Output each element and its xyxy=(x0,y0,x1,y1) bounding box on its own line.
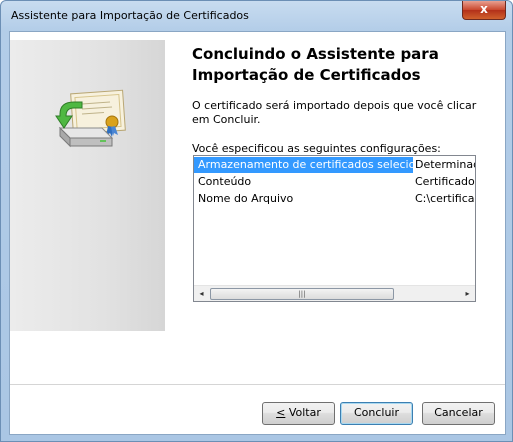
window-title: Assistente para Importação de Certificad… xyxy=(11,9,249,22)
back-button-label: Voltar xyxy=(285,406,321,419)
settings-row-value: C:\certificad xyxy=(415,192,475,205)
grip-icon: ||| xyxy=(298,290,306,298)
close-icon: x xyxy=(480,2,488,16)
settings-row-value: Certificado xyxy=(415,175,475,188)
back-button-mnemonic: < xyxy=(276,406,286,419)
settings-row-name: Nome do Arquivo xyxy=(198,192,294,205)
certificate-import-icon xyxy=(55,89,126,148)
back-button[interactable]: < Voltar xyxy=(262,402,335,425)
settings-row-store[interactable]: Armazenamento de certificados selecionad… xyxy=(194,157,475,173)
wizard-intro-text: O certificado será importado depois que … xyxy=(192,99,477,126)
finish-button[interactable]: Concluir xyxy=(340,402,413,425)
close-button[interactable]: x xyxy=(462,1,506,20)
title-bar[interactable]: Assistente para Importação de Certificad… xyxy=(1,1,512,31)
settings-row-name: Armazenamento de certificados selecionad… xyxy=(194,157,413,173)
button-area-separator xyxy=(10,384,505,386)
settings-row-name: Conteúdo xyxy=(198,175,252,188)
scrollbar-thumb[interactable]: ||| xyxy=(210,288,394,300)
settings-row-filename[interactable]: Nome do Arquivo C:\certificad xyxy=(194,191,475,207)
scroll-right-icon[interactable]: ▸ xyxy=(460,286,475,301)
horizontal-scrollbar[interactable]: ◂ ||| ▸ xyxy=(194,285,475,301)
wizard-side-panel xyxy=(10,40,165,331)
wizard-heading-line-1: Concluindo o Assistente para xyxy=(192,45,439,63)
cancel-button[interactable]: Cancelar xyxy=(422,402,495,425)
settings-listview[interactable]: Armazenamento de certificados selecionad… xyxy=(193,155,476,302)
wizard-heading-line-2: Importação de Certificados xyxy=(192,66,421,84)
settings-row-value: Determinado xyxy=(415,158,475,171)
settings-row-content[interactable]: Conteúdo Certificado xyxy=(194,174,475,190)
wizard-page: Concluindo o Assistente para Importação … xyxy=(9,31,506,435)
scroll-left-icon[interactable]: ◂ xyxy=(194,286,209,301)
dialog-window: Assistente para Importação de Certificad… xyxy=(0,0,513,442)
wizard-heading: Concluindo o Assistente para Importação … xyxy=(192,44,492,86)
settings-list-label: Você especificou as seguintes configuraç… xyxy=(192,142,441,155)
